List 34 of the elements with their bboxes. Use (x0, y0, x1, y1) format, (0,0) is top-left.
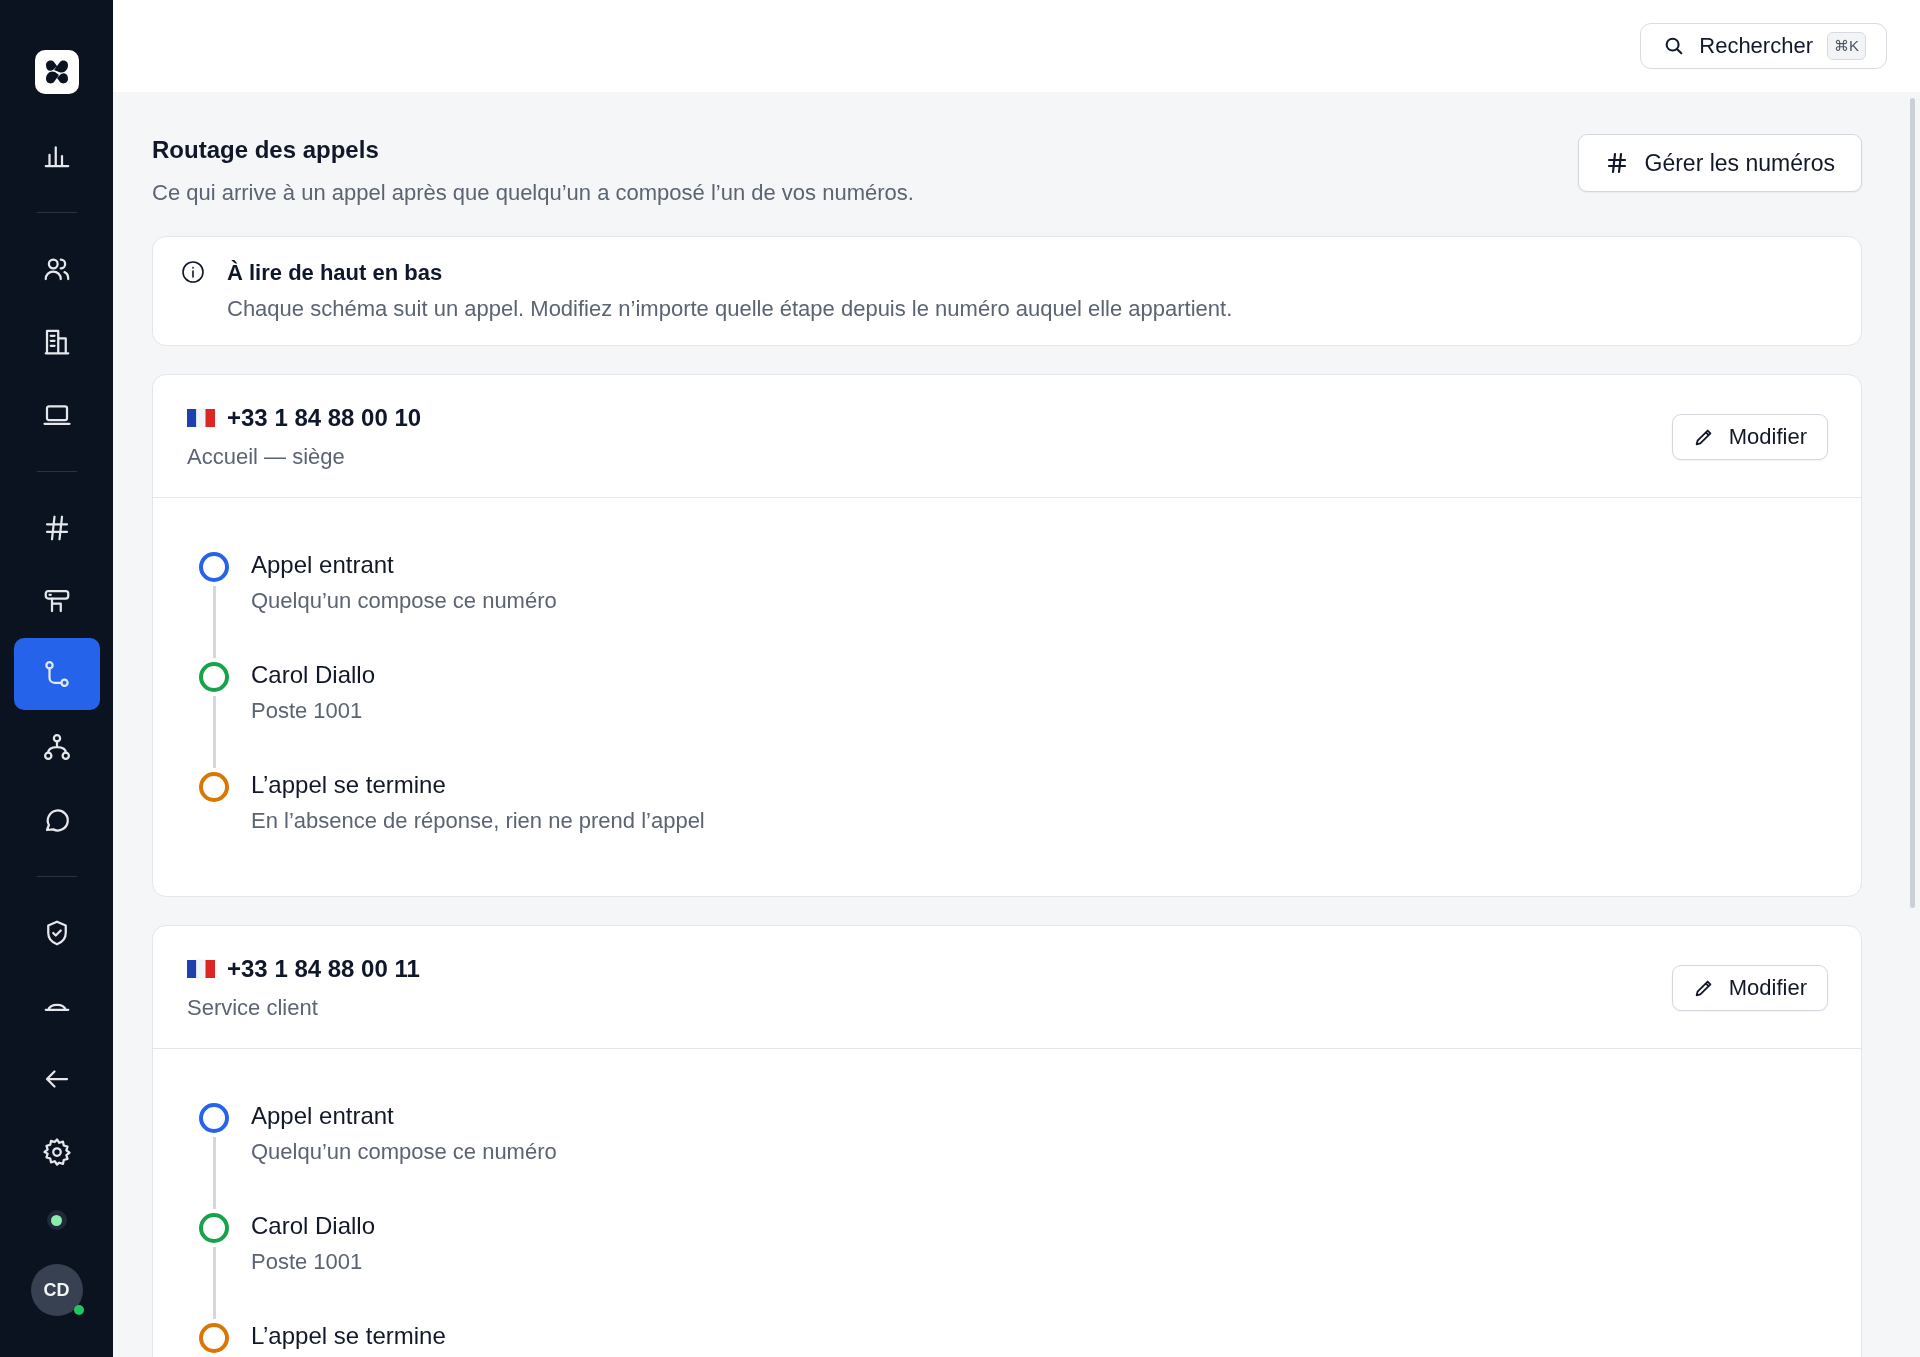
step-title: Carol Diallo (251, 662, 376, 689)
step-subtitle: Quelqu’un compose ce numéro (251, 588, 557, 615)
manage-numbers-button[interactable]: Gérer les numéros (1577, 134, 1862, 192)
nav-button[interactable] (13, 638, 100, 710)
edit-button[interactable]: Modifier (1671, 965, 1828, 1011)
settings-icon (41, 1137, 72, 1167)
user-avatar[interactable]: CD (30, 1264, 83, 1316)
scrollbar[interactable] (1910, 98, 1915, 908)
search-label: Rechercher (1699, 33, 1813, 59)
phone-number: +33 1 84 88 00 11 (227, 955, 420, 983)
info-title: À lire de haut en bas (227, 260, 444, 286)
step-title: L’appel se termine (251, 772, 447, 799)
info-icon (181, 260, 205, 284)
step-title: L’appel se termine (251, 1323, 446, 1350)
page-subtitle: Ce qui arrive à un appel après que quelqu’un a composé l’un de vos numéros. (152, 180, 914, 206)
step-title: Appel entrant (251, 1103, 395, 1130)
flag-icon (187, 408, 215, 428)
step-subtitle: Poste 1001 (251, 1249, 364, 1276)
step-subtitle: En l’absence de réponse, rien ne prend l’appel (251, 808, 705, 835)
step-subtitle: Poste 1001 (251, 698, 364, 725)
step-subtitle: Quelqu’un compose ce numéro (251, 1139, 557, 1166)
step-title: Appel entrant (251, 552, 395, 579)
network-icon (41, 732, 72, 762)
edit-button[interactable]: Modifier (1671, 414, 1828, 460)
step-title: Carol Diallo (251, 1213, 376, 1240)
number-label: Accueil — siège (187, 444, 346, 470)
flag-icon (187, 959, 215, 979)
phone-number: +33 1 84 88 00 10 (227, 404, 422, 432)
search-button[interactable]: Rechercher ⌘K (1640, 23, 1887, 69)
number-label: Service client (187, 995, 319, 1021)
logo-icon[interactable] (34, 50, 79, 94)
page-title: Routage des appels (152, 136, 380, 164)
info-text: Chaque schéma suit un appel. Modifiez n’importe quelle étape depuis le numéro auquel elle appartient. (227, 296, 1233, 322)
shortcut-key: ⌘K (1827, 32, 1866, 60)
